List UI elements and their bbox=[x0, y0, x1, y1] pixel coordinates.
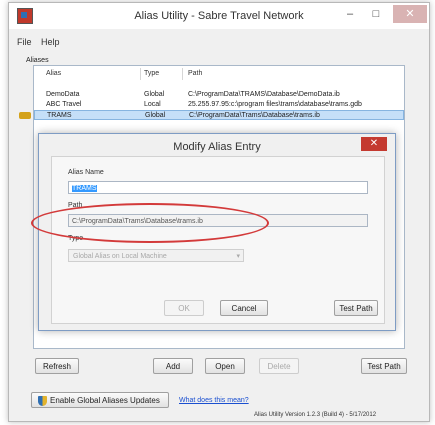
column-header-path[interactable]: Path bbox=[188, 70, 202, 77]
menu-help[interactable]: Help bbox=[41, 37, 60, 47]
cell-alias: DemoData bbox=[46, 91, 80, 98]
refresh-button[interactable]: Refresh bbox=[35, 358, 79, 374]
enable-global-aliases-button[interactable]: Enable Global Aliases Updates bbox=[31, 392, 169, 408]
dialog-title: Modify Alias Entry bbox=[173, 141, 261, 153]
alias-name-label: Alias Name bbox=[68, 169, 104, 176]
what-does-this-mean-link[interactable]: What does this mean? bbox=[179, 397, 249, 404]
cell-alias: TRAMS bbox=[47, 112, 72, 119]
title-bar: Alias Utility - Sabre Travel Network – □… bbox=[9, 3, 429, 29]
cell-path: C:\ProgramData\Trams\Database\trams.ib bbox=[189, 112, 320, 119]
version-status: Alias Utility Version 1.2.3 (Build 4) - … bbox=[254, 412, 377, 418]
shield-icon bbox=[38, 395, 47, 406]
minimize-button[interactable]: – bbox=[339, 5, 361, 23]
table-row[interactable]: ABC Travel Local 25.255.97.95:c:\program… bbox=[34, 100, 404, 110]
column-divider bbox=[140, 68, 141, 80]
dialog-test-path-button[interactable]: Test Path bbox=[334, 300, 378, 316]
column-divider bbox=[182, 68, 183, 80]
enable-global-aliases-label: Enable Global Aliases Updates bbox=[50, 396, 160, 405]
type-select-value: Global Alias on Local Machine bbox=[73, 253, 167, 260]
path-highlight-ellipse bbox=[31, 203, 269, 243]
delete-button[interactable]: Delete bbox=[259, 358, 299, 374]
ok-button[interactable]: OK bbox=[164, 300, 204, 316]
chevron-down-icon: ▾ bbox=[236, 253, 240, 260]
cell-alias: ABC Travel bbox=[46, 101, 82, 108]
type-select[interactable]: Global Alias on Local Machine ▾ bbox=[68, 249, 244, 262]
add-button[interactable]: Add bbox=[153, 358, 193, 374]
cell-path: 25.255.97.95:c:\program files\trams\data… bbox=[188, 101, 362, 108]
maximize-button[interactable]: □ bbox=[365, 5, 387, 23]
column-header-type[interactable]: Type bbox=[144, 70, 159, 77]
alias-name-value: TRAMS bbox=[72, 185, 97, 192]
cell-type: Global bbox=[144, 91, 165, 98]
cell-path: C:\ProgramData\TRAMS\Database\DemoData.i… bbox=[188, 91, 340, 98]
open-button[interactable]: Open bbox=[205, 358, 245, 374]
alias-name-field[interactable]: TRAMS bbox=[68, 181, 368, 194]
aliases-group-label: Aliases bbox=[26, 57, 49, 64]
column-header-alias[interactable]: Alias bbox=[46, 70, 61, 77]
menu-file[interactable]: File bbox=[17, 37, 32, 47]
cell-type: Local bbox=[144, 101, 161, 108]
dialog-close-button[interactable]: ✕ bbox=[361, 137, 387, 151]
close-button[interactable]: ✕ bbox=[393, 5, 427, 23]
table-row-selected[interactable]: TRAMS Global C:\ProgramData\Trams\Databa… bbox=[19, 110, 404, 120]
table-row[interactable]: DemoData Global C:\ProgramData\TRAMS\Dat… bbox=[34, 90, 404, 100]
key-icon bbox=[19, 112, 31, 119]
cell-type: Global bbox=[145, 112, 166, 119]
test-path-button[interactable]: Test Path bbox=[361, 358, 407, 374]
cancel-button[interactable]: Cancel bbox=[220, 300, 268, 316]
